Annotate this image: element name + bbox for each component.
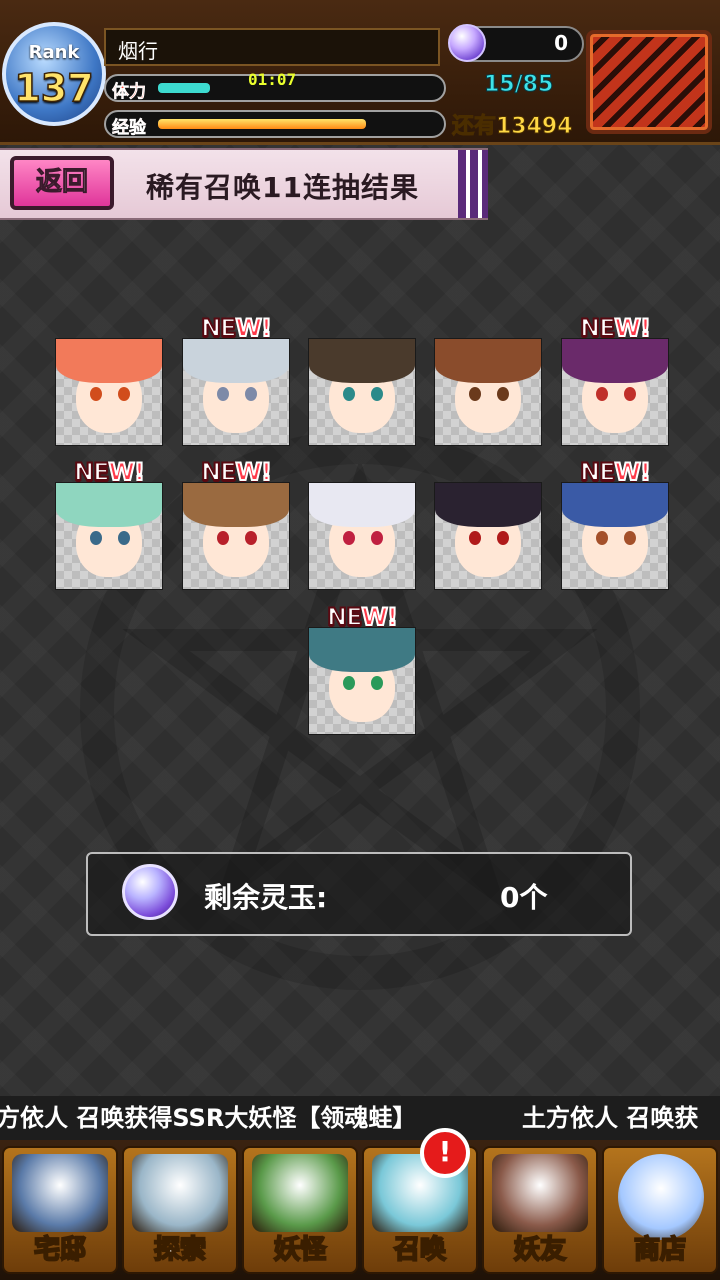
- character-eye: [118, 531, 130, 545]
- character-hair: [309, 628, 415, 672]
- character-hair: [435, 483, 541, 527]
- exp-bar: 经验: [104, 110, 446, 138]
- character-eye: [343, 387, 355, 401]
- character-eye: [343, 676, 355, 690]
- new-badge: NEW!: [579, 457, 652, 487]
- remaining-orbs-count: 0个: [500, 881, 548, 914]
- orb-icon: [618, 1154, 704, 1240]
- back-button[interactable]: 返回: [10, 156, 114, 210]
- summon-result-card[interactable]: [434, 338, 542, 446]
- summon-result-card[interactable]: [308, 338, 416, 446]
- rank-value: 137: [14, 65, 95, 111]
- summon-result-card[interactable]: [561, 338, 669, 446]
- character-hair: [309, 339, 415, 383]
- new-badge: NEW!: [200, 313, 273, 343]
- notification-badge: !: [420, 1128, 470, 1178]
- cat-girl-icon: [492, 1154, 588, 1232]
- ticker-text: 土方依人 召唤获: [522, 1104, 699, 1132]
- orb-icon: [122, 864, 178, 920]
- house-icon: [12, 1154, 108, 1232]
- exp-label: 经验: [112, 118, 147, 139]
- character-eye: [596, 387, 608, 401]
- summon-result-card[interactable]: [434, 482, 542, 590]
- new-badge: NEW!: [73, 457, 146, 487]
- nav-button-orb[interactable]: 商店: [602, 1146, 718, 1274]
- scroll-icon: [252, 1154, 348, 1232]
- summon-result-card[interactable]: [182, 482, 290, 590]
- character-eye: [118, 387, 130, 401]
- ticker-text: 方依人 召唤获得SSR大妖怪【领魂蛙】: [0, 1104, 417, 1132]
- character-eye: [624, 387, 636, 401]
- new-badge: NEW!: [200, 457, 273, 487]
- stamina-timer: 01:07: [248, 70, 297, 89]
- stamina-label: 体力: [112, 82, 147, 103]
- orb-icon: [448, 24, 486, 62]
- nav-button-scroll[interactable]: 妖怪: [242, 1146, 358, 1274]
- character-hair: [435, 339, 541, 383]
- summon-result-card[interactable]: [182, 338, 290, 446]
- summon-result-card[interactable]: [561, 482, 669, 590]
- nav-label: 探索: [153, 1234, 207, 1266]
- character-eye: [371, 531, 383, 545]
- magnifier-icon: [132, 1154, 228, 1232]
- character-eye: [469, 387, 481, 401]
- orb-count: 0: [554, 31, 568, 55]
- nav-label: 妖友: [513, 1234, 567, 1266]
- character-eye: [497, 387, 509, 401]
- exp-fill: [158, 119, 366, 129]
- stamina-fill: [158, 83, 210, 93]
- character-eye: [217, 531, 229, 545]
- nav-button-house[interactable]: 宅邸: [2, 1146, 118, 1274]
- new-badge: NEW!: [326, 602, 399, 632]
- rank-badge: Rank 137: [2, 22, 106, 126]
- character-hair: [183, 483, 289, 527]
- character-eye: [624, 531, 636, 545]
- rank-label: Rank: [28, 42, 80, 63]
- player-name: 烟行: [104, 28, 440, 66]
- character-eye: [343, 531, 355, 545]
- new-badge: NEW!: [579, 313, 652, 343]
- character-hair: [309, 483, 415, 527]
- character-eye: [217, 387, 229, 401]
- character-hair: [562, 339, 668, 383]
- character-eye: [90, 387, 102, 401]
- nav-label: 商店: [633, 1234, 687, 1266]
- summon-result-card[interactable]: [308, 627, 416, 735]
- character-eye: [245, 531, 257, 545]
- page-title: 稀有召唤11连抽结果: [146, 171, 419, 204]
- character-hair: [56, 483, 162, 527]
- character-eye: [245, 387, 257, 401]
- title-strip: 返回 稀有召唤11连抽结果: [0, 148, 488, 220]
- character-hair: [562, 483, 668, 527]
- character-eye: [371, 387, 383, 401]
- nav-label: 召唤: [393, 1234, 447, 1266]
- bottom-nav: 宅邸 探索 妖怪 召唤 妖友 商店: [0, 1140, 720, 1280]
- stamina-value: 15/85: [483, 72, 554, 98]
- nav-button-cat-girl[interactable]: 妖友: [482, 1146, 598, 1274]
- exp-remaining: 还有13494: [452, 114, 574, 140]
- nav-button-magnifier[interactable]: 探索: [122, 1146, 238, 1274]
- character-eye: [497, 531, 509, 545]
- strip-decoration: [458, 150, 488, 218]
- nav-label: 妖怪: [273, 1234, 327, 1266]
- nav-label: 宅邸: [33, 1234, 87, 1266]
- chest-icon[interactable]: [586, 30, 712, 134]
- stamina-bar: 体力 01:07: [104, 70, 446, 103]
- summon-result-card[interactable]: [308, 482, 416, 590]
- character-hair: [56, 339, 162, 383]
- news-ticker: 方依人 召唤获得SSR大妖怪【领魂蛙】 土方依人 召唤获: [0, 1096, 720, 1140]
- character-eye: [90, 531, 102, 545]
- summon-result-card[interactable]: [55, 338, 163, 446]
- summon-result-card[interactable]: [55, 482, 163, 590]
- character-eye: [469, 531, 481, 545]
- character-hair: [183, 339, 289, 383]
- status-header: Rank 137 烟行 体力 01:07 经验 0 15/85 还有13494: [0, 0, 720, 145]
- remaining-orbs-label: 剩余灵玉:: [204, 881, 328, 914]
- character-eye: [596, 531, 608, 545]
- character-eye: [371, 676, 383, 690]
- remaining-orbs-panel: 剩余灵玉: 0个: [86, 852, 632, 936]
